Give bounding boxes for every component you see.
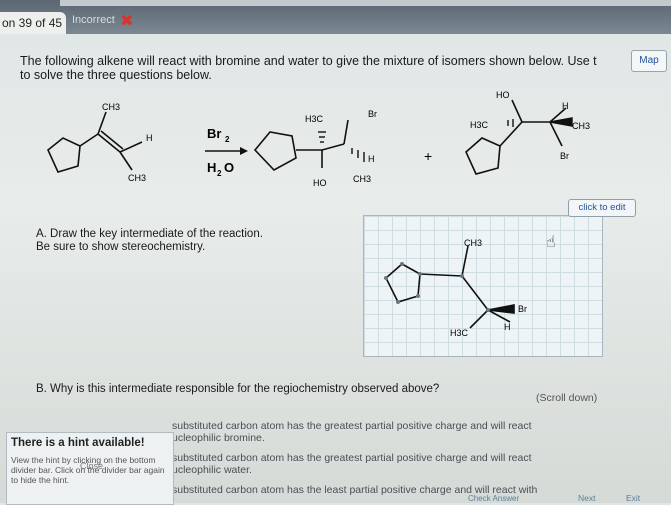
part-a-line-2: Be sure to show stereochemistry. [36, 241, 206, 253]
hint-title: There is a hint available! [11, 437, 145, 449]
question-prompt: The following alkene will react with bro… [20, 54, 640, 82]
prompt-line-1: The following alkene will react with bro… [20, 54, 597, 68]
reactant-h: H [146, 133, 153, 143]
editor-h: H [504, 322, 511, 332]
map-button[interactable]: Map [631, 50, 667, 72]
product1-br: Br [368, 109, 377, 119]
part-a-question: A. Draw the key intermediate of the reac… [36, 228, 356, 254]
reagent-br: Br [207, 126, 221, 141]
reagent-br-sub: 2 [225, 135, 230, 144]
click-to-edit-button[interactable]: click to edit [568, 199, 636, 217]
check-answer-button[interactable]: Check Answer [468, 494, 519, 503]
reagent-o: O [224, 160, 234, 175]
top-strip [60, 0, 671, 6]
incorrect-x-icon: ✖ [120, 13, 134, 30]
product2-structure [465, 99, 567, 175]
status-label: Incorrect [72, 14, 115, 26]
product2-h3c: H3C [470, 120, 489, 130]
part-b-question: B. Why is this intermediate responsible … [36, 383, 440, 395]
choice-2-line-2: ucleophilic water. [172, 464, 252, 476]
product1-h: H [368, 154, 375, 164]
choice-1-line-1: substituted carbon atom has the greatest… [172, 420, 532, 432]
question-counter: on 39 of 45 [0, 12, 66, 34]
exit-button[interactable]: Exit [626, 493, 640, 503]
product1-ch3: CH3 [353, 174, 371, 184]
choice-2[interactable]: substituted carbon atom has the greatest… [172, 452, 612, 476]
product2-br: Br [560, 151, 569, 161]
editor-h3c: H3C [450, 328, 469, 338]
product2-h: H [562, 101, 569, 111]
structure-editor[interactable]: CH3 Br H3C H [363, 215, 603, 357]
product1-ho: HO [313, 178, 327, 188]
editor-ring [385, 263, 421, 303]
bottom-nav [0, 490, 671, 503]
reactant-ch3-bottom: CH3 [128, 173, 146, 183]
scroll-down-hint: (Scroll down) [536, 392, 598, 404]
reactant-ch3-top: CH3 [102, 102, 120, 112]
editor-br: Br [518, 304, 527, 314]
part-a-line-1: A. Draw the key intermediate of the reac… [36, 228, 263, 240]
hint-close-button[interactable]: Close [80, 461, 103, 471]
choice-1-line-2: ucleophilic bromine. [172, 432, 265, 444]
plus-sign: + [424, 148, 432, 164]
reagents: Br 2 H 2 O [205, 126, 248, 178]
reactant-structure [47, 111, 143, 173]
reagent-h-sub: 2 [217, 169, 222, 178]
choice-1[interactable]: substituted carbon atom has the greatest… [172, 420, 612, 444]
editor-ch3: CH3 [464, 238, 482, 248]
reagent-h: H [207, 160, 216, 175]
hand-pointer-icon: ☝ [546, 234, 556, 251]
product1-structure [253, 119, 349, 171]
product1-hash-bonds [318, 131, 365, 162]
editor-anchors [384, 262, 490, 312]
product2-ho: HO [496, 90, 510, 100]
next-button[interactable]: Next [578, 493, 595, 503]
editor-drawing: CH3 Br H3C H [384, 238, 527, 338]
choice-2-line-1: substituted carbon atom has the greatest… [172, 452, 532, 464]
product2-ch3: CH3 [572, 121, 590, 131]
prompt-line-2: to solve the three questions below. [20, 68, 212, 82]
product1-h3c: H3C [305, 114, 324, 124]
reaction-scheme: CH3 H CH3 Br 2 H 2 O H3C Br H HO CH3 + H… [47, 90, 590, 188]
